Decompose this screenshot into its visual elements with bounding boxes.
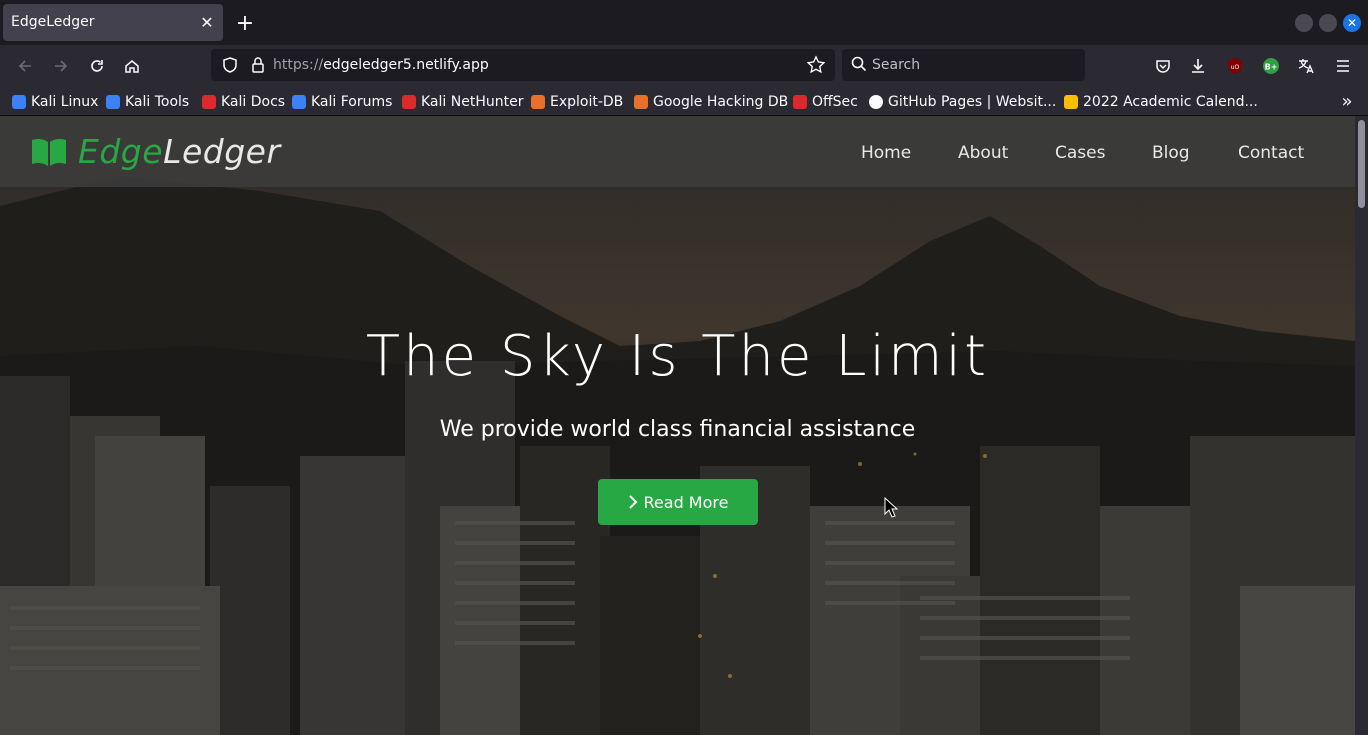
bookmark-google-hacking-db[interactable]: Google Hacking DB [634,91,788,112]
bookmark-offsec[interactable]: OffSec [793,91,858,112]
menu-icon[interactable] [1330,53,1356,79]
back-icon[interactable] [12,53,38,79]
pocket-icon[interactable] [1150,53,1176,79]
hero-title: The Sky Is The Limit [365,324,990,389]
nav-home-link[interactable]: Home [861,143,911,163]
bookmark-label: Kali Tools [125,93,190,110]
bookmark-kali-forums[interactable]: Kali Forums [292,91,392,112]
new-tab-button[interactable]: + [232,10,258,36]
bookmarks-overflow-icon[interactable]: » [1336,89,1358,113]
scrollbar-thumb[interactable] [1358,120,1365,208]
ublock-icon[interactable]: uO [1222,53,1248,79]
bplus-label: B+ [1265,63,1278,72]
nav-contact-link[interactable]: Contact [1238,143,1304,163]
mouse-cursor-icon [884,497,898,518]
github-icon [869,94,883,109]
bookmark-github-pages[interactable]: GitHub Pages | Websit... [869,91,1056,112]
search-icon [850,55,868,77]
tab-title: EdgeLedger [11,14,95,30]
bookmark-kali-nethunter[interactable]: Kali NetHunter [402,91,523,112]
reload-icon[interactable] [84,53,110,79]
logo-text: EdgeLedger [78,132,281,171]
bookmarks-toolbar: Kali Linux Kali Tools Kali Docs Kali For… [0,87,1368,116]
bookmark-label: Kali Docs [221,93,286,110]
search-input[interactable]: Search [842,49,1085,81]
web-page: EdgeLedger Home About Cases Blog Contact… [0,116,1355,735]
forward-icon[interactable] [48,53,74,79]
kali-forums-icon [292,94,306,109]
site-header: EdgeLedger Home About Cases Blog Contact [0,116,1355,187]
nav-blog-link[interactable]: Blog [1152,143,1190,163]
url-host: edgeledger5.netlify.app [323,57,489,73]
offsec-icon [793,94,807,109]
navigation-toolbar: https://edgeledger5.netlify.app Search u… [0,45,1368,87]
chevron-right-icon [628,495,637,509]
kali-docs-icon [202,94,216,109]
bookmark-kali-tools[interactable]: Kali Tools [106,91,189,112]
ublock-label: uO [1231,64,1240,71]
logo-text-ledger: Ledger [163,132,281,171]
kali-tools-icon [106,94,120,109]
nethunter-icon [402,94,416,109]
bookmark-label: Google Hacking DB [653,93,789,110]
url-text[interactable]: https://edgeledger5.netlify.app [273,57,489,73]
logo-text-edge: Edge [78,132,164,171]
window-maximize-button[interactable] [1319,14,1337,32]
bplus-icon[interactable]: B+ [1258,53,1284,79]
shield-icon[interactable] [217,52,243,82]
ghdb-icon [634,94,648,109]
search-placeholder: Search [872,57,921,73]
bookmark-kali-linux[interactable]: Kali Linux [12,91,98,112]
bookmark-label: OffSec [812,93,858,110]
address-bar[interactable]: https://edgeledger5.netlify.app [211,49,835,81]
translate-icon[interactable] [1293,53,1319,79]
bookmark-label: 2022 Academic Calend... [1083,93,1258,110]
bookmark-label: Kali Forums [311,93,393,110]
nav-cases-link[interactable]: Cases [1055,143,1105,163]
active-tab[interactable]: EdgeLedger ✕ [3,4,223,41]
bookmark-label: Kali Linux [31,93,99,110]
tab-strip: EdgeLedger ✕ + ✕ [0,0,1368,45]
bookmark-academic-calendar[interactable]: 2022 Academic Calend... [1064,91,1258,112]
read-more-button[interactable]: Read More [598,479,758,525]
bookmark-label: GitHub Pages | Websit... [888,93,1057,110]
open-book-icon [32,138,66,166]
window-close-button[interactable]: ✕ [1343,14,1361,32]
page-scrollbar[interactable] [1355,116,1368,735]
kali-dragon-icon [12,94,26,109]
bookmark-label: Kali NetHunter [421,93,524,110]
lock-icon[interactable] [245,52,271,82]
url-scheme: https:// [273,57,324,73]
window-minimize-button[interactable] [1295,14,1313,32]
star-icon[interactable] [803,52,829,82]
site-logo[interactable]: EdgeLedger [30,132,281,171]
bookmark-exploit-db[interactable]: Exploit-DB [531,91,623,112]
exploit-db-icon [531,94,545,109]
home-icon[interactable] [119,53,145,79]
read-more-label: Read More [643,492,729,512]
google-drive-icon [1064,94,1078,109]
tab-close-icon[interactable]: ✕ [197,12,217,32]
download-icon[interactable] [1185,53,1211,79]
nav-about-link[interactable]: About [958,143,1008,163]
bookmark-kali-docs[interactable]: Kali Docs [202,91,285,112]
bookmark-label: Exploit-DB [550,93,624,110]
hero-subtitle: We provide world class financial assista… [439,417,916,442]
